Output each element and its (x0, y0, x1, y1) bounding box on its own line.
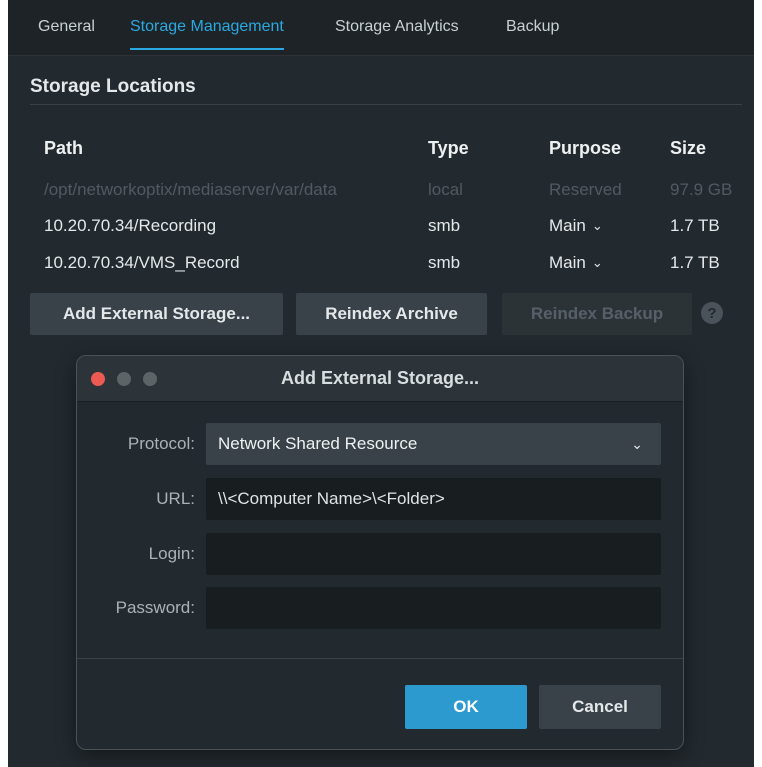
dialog-title: Add External Storage... (280, 368, 480, 388)
protocol-value: Network Shared Resource (218, 434, 418, 453)
row-type: local (428, 180, 463, 199)
login-field[interactable] (206, 533, 661, 575)
column-header-purpose: Purpose (549, 138, 622, 158)
tab-general[interactable]: General (38, 18, 95, 48)
chevron-down-icon: ⌄ (591, 218, 603, 233)
chevron-down-icon: ⌄ (591, 255, 603, 270)
row-size: 1.7 TB (670, 253, 720, 272)
row-path: /opt/networkoptix/mediaserver/var/data (44, 180, 337, 199)
purpose-dropdown[interactable]: Main ⌄ (549, 253, 603, 273)
purpose-value: Main (549, 216, 586, 235)
ok-button[interactable]: OK (405, 685, 527, 729)
column-header-size: Size (670, 138, 707, 158)
row-path: 10.20.70.34/VMS_Record (44, 253, 240, 272)
table-row[interactable]: 10.20.70.34/Recording smb Main ⌄ 1.7 TB (8, 216, 754, 252)
purpose-dropdown[interactable]: Main ⌄ (549, 216, 603, 236)
reindex-archive-button[interactable]: Reindex Archive (296, 293, 487, 335)
column-header-path: Path (44, 138, 84, 158)
table-row: /opt/networkoptix/mediaserver/var/data l… (8, 180, 754, 216)
dialog-titlebar: Add External Storage... (77, 356, 683, 402)
dialog-divider (77, 658, 683, 659)
help-icon[interactable]: ? (701, 302, 723, 324)
login-label: Login: (148, 544, 195, 563)
protocol-select[interactable]: Network Shared Resource ⌄ (206, 423, 661, 465)
tab-storage-management[interactable]: Storage Management (130, 18, 284, 50)
tab-bar: General Storage Management Storage Analy… (8, 0, 754, 56)
table-header: Path Type Purpose Size (8, 138, 754, 174)
password-label: Password: (115, 598, 195, 617)
row-size: 97.9 GB (670, 180, 733, 199)
reindex-backup-button: Reindex Backup (502, 293, 692, 335)
url-label: URL: (156, 489, 195, 508)
chevron-down-icon: ⌄ (631, 435, 643, 452)
add-external-storage-dialog: Add External Storage... Protocol: Networ… (76, 355, 684, 750)
section-title: Storage Locations (30, 76, 196, 97)
password-field[interactable] (206, 587, 661, 629)
add-external-storage-button[interactable]: Add External Storage... (30, 293, 283, 335)
protocol-label: Protocol: (127, 434, 195, 453)
purpose-value: Main (549, 253, 586, 272)
row-type: smb (428, 253, 461, 272)
url-field[interactable]: \\<Computer Name>\<Folder> (206, 478, 661, 520)
cancel-button[interactable]: Cancel (539, 685, 661, 729)
tab-backup[interactable]: Backup (506, 18, 559, 48)
row-path: 10.20.70.34/Recording (44, 216, 217, 235)
row-type: smb (428, 216, 461, 235)
row-size: 1.7 TB (670, 216, 720, 235)
row-purpose: Reserved (549, 180, 622, 199)
section-divider (30, 104, 742, 105)
tab-storage-analytics[interactable]: Storage Analytics (335, 18, 459, 48)
column-header-type: Type (428, 138, 469, 158)
table-row[interactable]: 10.20.70.34/VMS_Record smb Main ⌄ 1.7 TB (8, 253, 754, 289)
